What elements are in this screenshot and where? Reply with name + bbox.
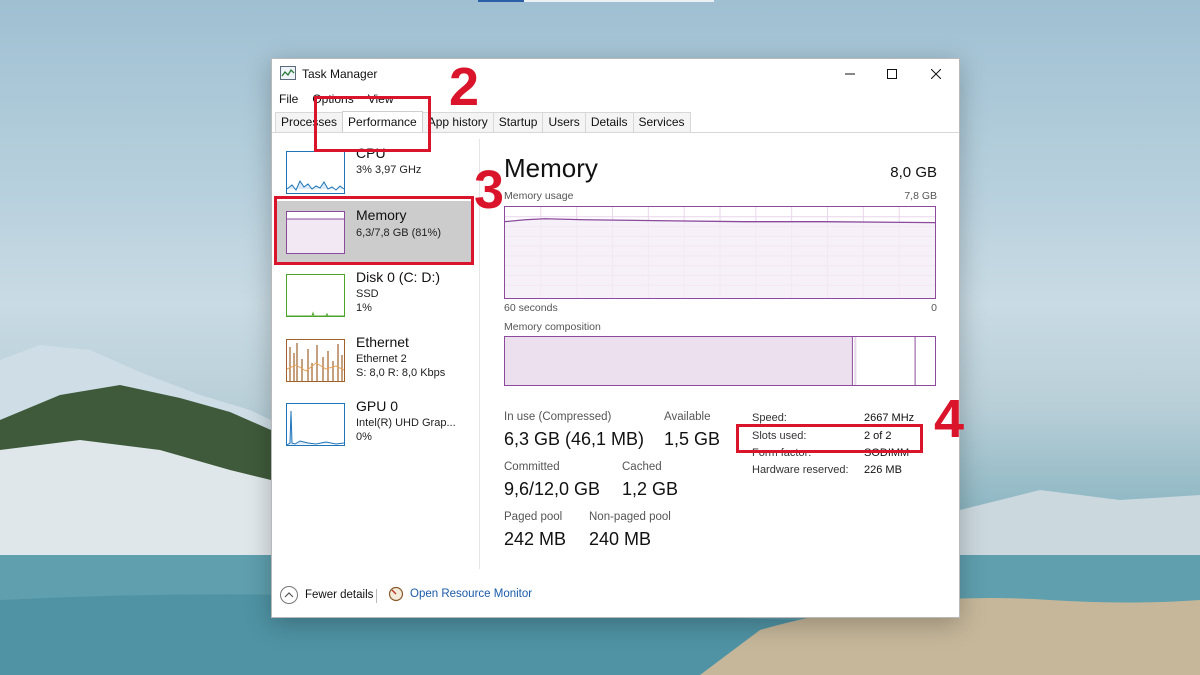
disk-thumbnail-graph <box>286 274 345 317</box>
in-use-label: In use (Compressed) <box>504 411 612 423</box>
in-use-value: 6,3 GB (46,1 MB) <box>504 429 645 449</box>
tab-details[interactable]: Details <box>584 112 634 132</box>
memory-usage-graph <box>504 206 936 299</box>
close-icon <box>931 69 941 79</box>
hardware-reserved-value: 226 MB <box>864 464 902 476</box>
graph-axis-left: 60 seconds <box>504 302 558 314</box>
committed-value: 9,6/12,0 GB <box>504 479 601 499</box>
sidebar-item-ethernet[interactable]: Ethernet Ethernet 2 S: 8,0 R: 8,0 Kbps <box>276 331 472 391</box>
sidebar-item-disk[interactable]: Disk 0 (C: D:) SSD 1% <box>276 266 472 326</box>
sidebar-label: Ethernet <box>356 334 409 350</box>
highlight-memory-item <box>274 196 474 265</box>
maximize-icon <box>887 69 897 79</box>
open-resource-monitor-link[interactable]: Open Resource Monitor <box>388 586 532 602</box>
close-button[interactable] <box>914 63 958 85</box>
sidebar-detail-2: 1% <box>356 302 372 314</box>
fewer-details-label: Fewer details <box>305 589 374 601</box>
available-label: Available <box>664 411 711 423</box>
memory-usage-label: Memory usage <box>504 190 574 202</box>
sidebar-detail: Ethernet 2 <box>356 353 407 365</box>
top-strip <box>478 0 714 2</box>
page-title: Memory <box>504 153 598 183</box>
maximize-button[interactable] <box>870 63 914 85</box>
graph-axis-right: 0 <box>931 302 937 314</box>
speed-value: 2667 MHz <box>864 412 915 424</box>
available-value: 1,5 GB <box>664 429 721 449</box>
sidebar-detail: Intel(R) UHD Grap... <box>356 417 456 429</box>
task-manager-icon <box>280 66 296 80</box>
sidebar-detail-2: 0% <box>356 431 372 443</box>
tab-services[interactable]: Services <box>632 112 691 132</box>
menu-file[interactable]: File <box>272 89 305 109</box>
sidebar-detail: SSD <box>356 288 379 300</box>
committed-label: Committed <box>504 461 560 473</box>
step-number-4: 4 <box>934 389 965 449</box>
title-bar: Task Manager <box>272 59 959 89</box>
memory-total: 8,0 GB <box>890 164 937 181</box>
footer-bar: Fewer details Open Resource Monitor <box>272 581 959 611</box>
highlight-slots-used <box>736 424 923 453</box>
resource-monitor-icon <box>388 586 404 602</box>
window-title: Task Manager <box>302 67 378 81</box>
paged-pool-label: Paged pool <box>504 511 563 523</box>
memory-composition-bar <box>504 336 936 386</box>
sidebar-item-gpu[interactable]: GPU 0 Intel(R) UHD Grap... 0% <box>276 395 472 455</box>
open-resource-monitor-label: Open Resource Monitor <box>410 588 533 600</box>
sidebar-label: GPU 0 <box>356 398 399 414</box>
sidebar-detail: 3% 3,97 GHz <box>356 164 422 176</box>
minimize-button[interactable] <box>828 63 872 85</box>
step-number-3: 3 <box>474 160 505 220</box>
minimize-icon <box>845 73 855 75</box>
sidebar-detail-2: S: 8,0 R: 8,0 Kbps <box>356 367 446 379</box>
highlight-performance-tab <box>314 96 431 152</box>
hardware-reserved-label: Hardware reserved: <box>752 464 849 476</box>
cpu-thumbnail-graph <box>286 151 345 194</box>
chevron-up-icon <box>280 586 298 604</box>
gpu-thumbnail-graph <box>286 403 345 446</box>
cached-label: Cached <box>622 461 662 473</box>
memory-composition-label: Memory composition <box>504 321 601 333</box>
speed-label: Speed: <box>752 412 787 424</box>
nonpaged-pool-label: Non-paged pool <box>589 511 671 523</box>
tab-users[interactable]: Users <box>542 112 586 132</box>
fewer-details-button[interactable]: Fewer details <box>280 586 373 604</box>
nonpaged-pool-value: 240 MB <box>589 529 652 549</box>
memory-usage-max: 7,8 GB <box>904 190 937 202</box>
cached-value: 1,2 GB <box>622 479 679 499</box>
footer-separator <box>376 589 377 603</box>
tab-startup[interactable]: Startup <box>492 112 544 132</box>
ethernet-thumbnail-graph <box>286 339 345 382</box>
step-number-2: 2 <box>449 57 480 117</box>
paged-pool-value: 242 MB <box>504 529 567 549</box>
sidebar-label: Disk 0 (C: D:) <box>356 269 440 285</box>
